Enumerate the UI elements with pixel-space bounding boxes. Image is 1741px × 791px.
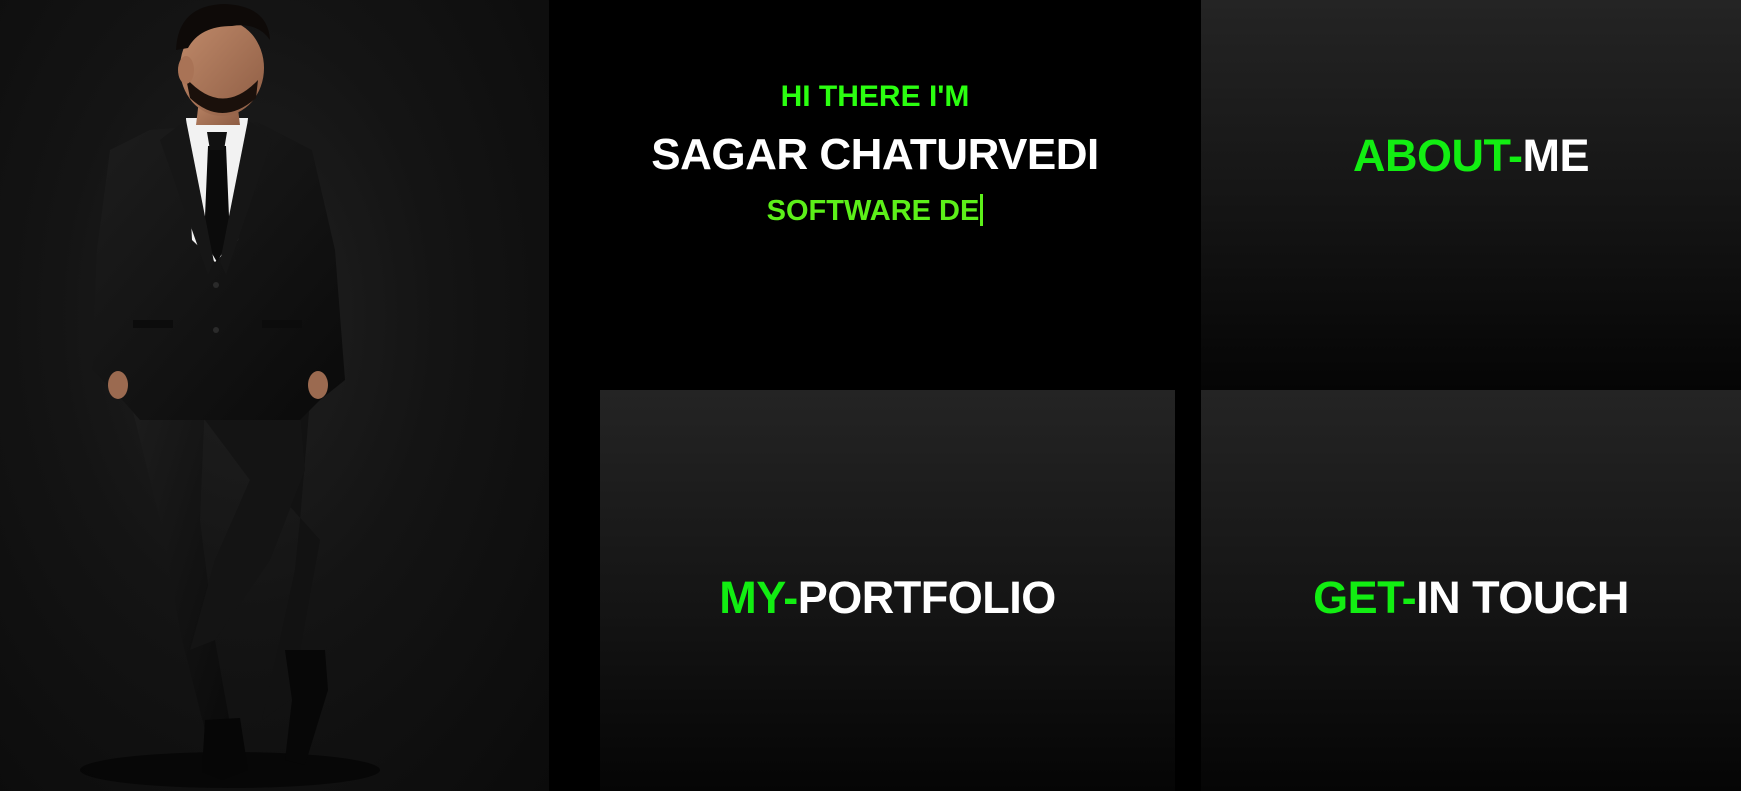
hero-role: SOFTWARE DE [549,194,1201,228]
portrait-illustration [80,4,380,788]
my-portfolio-title: MY-PORTFOLIO [600,572,1175,624]
hero-name: SAGAR CHATURVEDI [651,130,1099,179]
about-me-title-accent: ABOUT- [1353,130,1523,181]
about-me-title: ABOUT-ME [1201,130,1741,182]
my-portfolio-tile[interactable]: MY-PORTFOLIO [600,390,1175,791]
text-cursor-icon [980,194,984,226]
get-in-touch-title-rest: IN TOUCH [1416,572,1629,623]
get-in-touch-title: GET-IN TOUCH [1201,572,1741,624]
about-me-tile[interactable]: ABOUT-ME [1201,0,1741,390]
my-portfolio-title-rest: PORTFOLIO [797,572,1057,623]
my-portfolio-title-accent: MY- [719,572,798,623]
get-in-touch-tile[interactable]: GET-IN TOUCH [1201,390,1741,791]
get-in-touch-title-accent: GET- [1313,572,1417,623]
profile-photo [0,0,549,791]
about-me-title-rest: ME [1522,130,1590,181]
hero-greeting: HI THERE I'M [780,80,970,113]
hero-section: HI THERE I'M SAGAR CHATURVEDI SOFTWARE D… [549,0,1201,390]
portfolio-home: HI THERE I'M SAGAR CHATURVEDI SOFTWARE D… [0,0,1741,791]
hero-role-text: SOFTWARE DE [766,195,980,227]
